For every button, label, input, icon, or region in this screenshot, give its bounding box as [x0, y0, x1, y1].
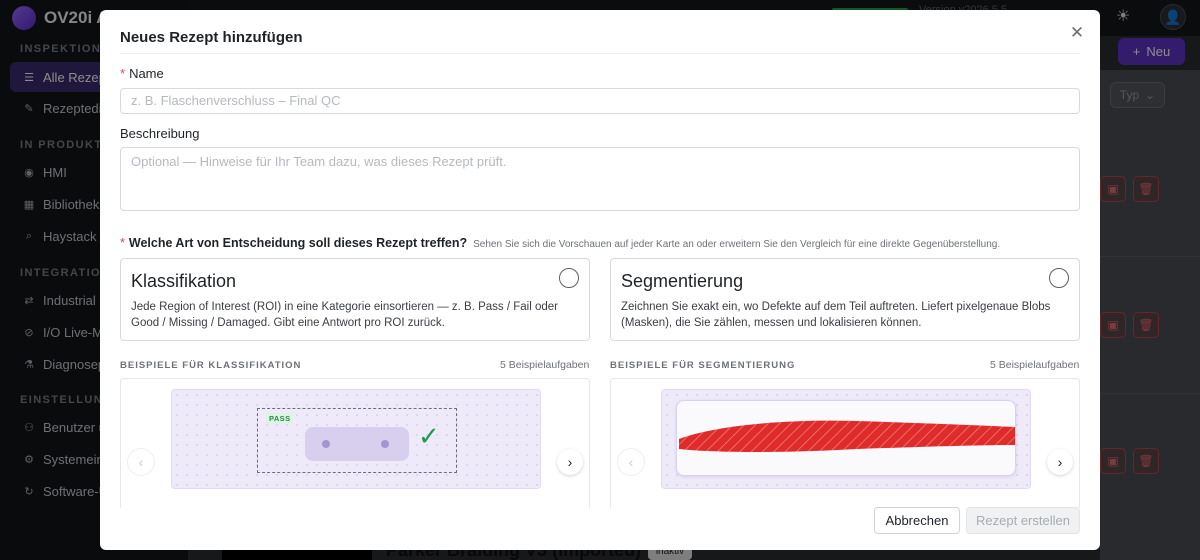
question-text: Welche Art von Entscheidung soll dieses … — [128, 236, 468, 250]
defect-mask — [679, 420, 1015, 452]
chevron-left-icon: ‹ — [628, 454, 634, 470]
chevron-right-icon: › — [1057, 454, 1063, 470]
name-label-text: Name — [129, 66, 164, 81]
required-marker: * — [120, 66, 126, 81]
check-icon: ✓ — [418, 421, 440, 451]
cancel-button[interactable]: Abbrechen — [874, 507, 960, 534]
carousel-prev-button[interactable]: ‹ — [128, 449, 154, 475]
new-recipe-dialog: Neues Rezept hinzufügen ✕ * Name z. B. Fl… — [100, 10, 1100, 550]
examples-heading-segmentierung: BEISPIELE FÜR SEGMENTIERUNG — [610, 360, 796, 371]
option-card-klassifikation[interactable]: Klassifikation Jede Region of Interest (… — [120, 258, 590, 341]
part-hole — [322, 440, 330, 448]
close-icon: ✕ — [1069, 23, 1085, 42]
question-hint: Sehen Sie sich die Vorschauen auf jeder … — [473, 239, 1001, 250]
required-marker: * — [120, 236, 125, 250]
option-title: Segmentierung — [621, 271, 744, 291]
option-card-segmentierung[interactable]: Segmentierung Zeichnen Sie exakt ein, wo… — [610, 258, 1080, 341]
option-title: Klassifikation — [131, 271, 237, 291]
part-hole — [381, 440, 389, 448]
carousel-next-button[interactable]: › — [1047, 449, 1073, 475]
create-recipe-button[interactable]: Rezept erstellen — [966, 507, 1080, 534]
dialog-title: Neues Rezept hinzufügen — [120, 29, 303, 46]
option-description: Jede Region of Interest (ROI) in eine Ka… — [131, 301, 558, 329]
example-carousel-klassifikation: PASS ✓ ‹ › — [120, 378, 590, 508]
pass-badge: PASS — [266, 413, 294, 424]
carousel-prev-button[interactable]: ‹ — [618, 449, 644, 475]
part-board — [676, 400, 1016, 476]
roi-box: PASS ✓ — [257, 408, 457, 473]
chevron-left-icon: ‹ — [138, 454, 144, 470]
examples-count-segmentierung: 5 Beispielaufgaben — [990, 359, 1080, 371]
radio-segmentierung[interactable] — [1049, 268, 1069, 288]
example-preview — [661, 389, 1031, 489]
name-label: * Name — [120, 66, 164, 81]
examples-count-klassifikation: 5 Beispielaufgaben — [500, 359, 590, 371]
divider — [120, 53, 1080, 54]
name-input[interactable]: z. B. Flaschenverschluss – Final QC — [120, 88, 1080, 114]
example-carousel-segmentierung: ‹ › — [610, 378, 1080, 508]
radio-klassifikation[interactable] — [559, 268, 579, 288]
close-button[interactable]: ✕ — [1068, 23, 1086, 42]
chevron-right-icon: › — [567, 454, 573, 470]
examples-heading-klassifikation: BEISPIELE FÜR KLASSIFIKATION — [120, 360, 302, 371]
carousel-next-button[interactable]: › — [557, 449, 583, 475]
part-shape — [305, 427, 409, 461]
decision-type-question: * Welche Art von Entscheidung soll dieses… — [120, 236, 1000, 250]
description-textarea[interactable]: Optional — Hinweise für Ihr Team dazu, w… — [120, 147, 1080, 211]
example-preview: PASS ✓ — [171, 389, 541, 489]
option-description: Zeichnen Sie exakt ein, wo Defekte auf d… — [621, 301, 1051, 329]
description-label: Beschreibung — [120, 126, 200, 141]
